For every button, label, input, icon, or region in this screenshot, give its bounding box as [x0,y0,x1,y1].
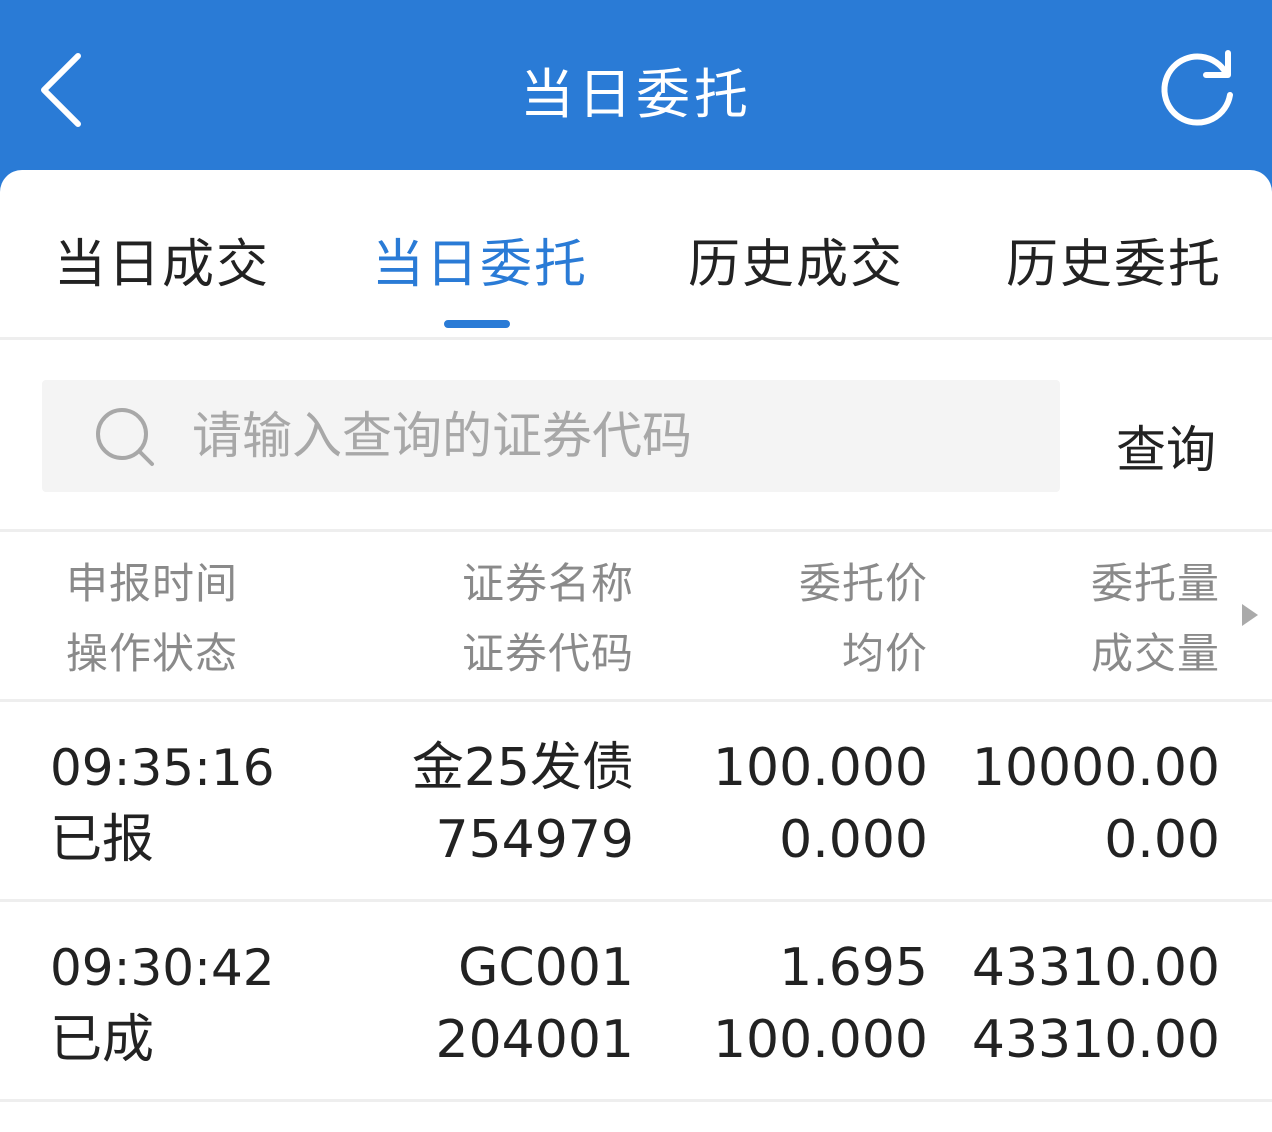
scroll-right-arrow-icon[interactable] [1238,600,1262,630]
table-row[interactable]: 09:35:16 已报 金25发债 754979 100.000 0.000 1… [0,702,1272,902]
active-tab-indicator [444,320,510,328]
search-row: 查询 [0,340,1272,532]
search-box[interactable] [42,380,1060,492]
header-label: 委托价 [798,559,928,608]
tab-history-orders[interactable]: 历史委托 [1006,222,1222,297]
header-label: 操作状态 [66,629,239,678]
cell-name-code: GC001 204001 [360,932,634,1076]
tab-history-deals[interactable]: 历史成交 [688,222,904,297]
search-input[interactable] [192,400,1032,472]
header-col-time-status: 申报时间 操作状态 [66,549,238,689]
security-code: 754979 [435,810,634,870]
order-status: 已成 [50,1010,155,1070]
header-col-quantity: 委托量 成交量 [960,549,1220,689]
cell-time-status: 09:35:16 已报 [50,732,275,876]
app-root: 当日委托 当日成交 当日委托 历史成交 历史委托 查询 [0,0,1272,1132]
cell-time-status: 09:30:42 已成 [50,932,275,1076]
tab-today-orders[interactable]: 当日委托 [372,222,588,297]
cell-quantity: 43310.00 43310.00 [960,932,1220,1076]
average-price: 0.000 [779,810,928,870]
table-row[interactable]: 09:30:42 已成 GC001 204001 1.695 100.000 4… [0,902,1272,1102]
header-label: 申报时间 [66,559,239,608]
order-time: 09:30:42 [50,939,275,997]
order-time: 09:35:16 [50,739,275,797]
query-button[interactable]: 查询 [1116,410,1216,482]
header-col-price: 委托价 均价 [700,549,928,689]
cell-name-code: 金25发债 754979 [360,732,634,876]
order-price: 100.000 [712,738,928,798]
cell-price: 100.000 0.000 [680,732,928,876]
tab-bar: 当日成交 当日委托 历史成交 历史委托 [0,170,1272,340]
header-col-name-code: 证券名称 证券代码 [380,549,634,689]
filled-quantity: 0.00 [1104,810,1220,870]
average-price: 100.000 [712,1010,928,1070]
filled-quantity: 43310.00 [971,1010,1220,1070]
tab-today-deals[interactable]: 当日成交 [54,222,270,297]
content-card: 当日成交 当日委托 历史成交 历史委托 查询 申报时间 操作状态 证券名称 [0,170,1272,1132]
security-code: 204001 [435,1010,634,1070]
header-label: 均价 [841,629,928,678]
order-price: 1.695 [779,938,928,998]
header-label: 委托量 [1090,559,1220,608]
refresh-icon [1161,50,1233,126]
header-label: 成交量 [1090,629,1220,678]
order-status: 已报 [50,810,155,870]
search-icon [96,408,154,466]
table-header: 申报时间 操作状态 证券名称 证券代码 委托价 均价 委托量 成交量 [0,532,1272,702]
header-label: 证券代码 [461,629,634,678]
refresh-button[interactable] [1152,45,1242,135]
order-quantity: 10000.00 [971,738,1220,798]
page-title: 当日委托 [520,63,752,126]
top-bar: 当日委托 [0,0,1272,180]
security-name: GC001 [458,938,634,998]
security-name: 金25发债 [411,738,634,798]
cell-price: 1.695 100.000 [680,932,928,1076]
order-quantity: 43310.00 [971,938,1220,998]
header-label: 证券名称 [461,559,634,608]
cell-quantity: 10000.00 0.00 [960,732,1220,876]
